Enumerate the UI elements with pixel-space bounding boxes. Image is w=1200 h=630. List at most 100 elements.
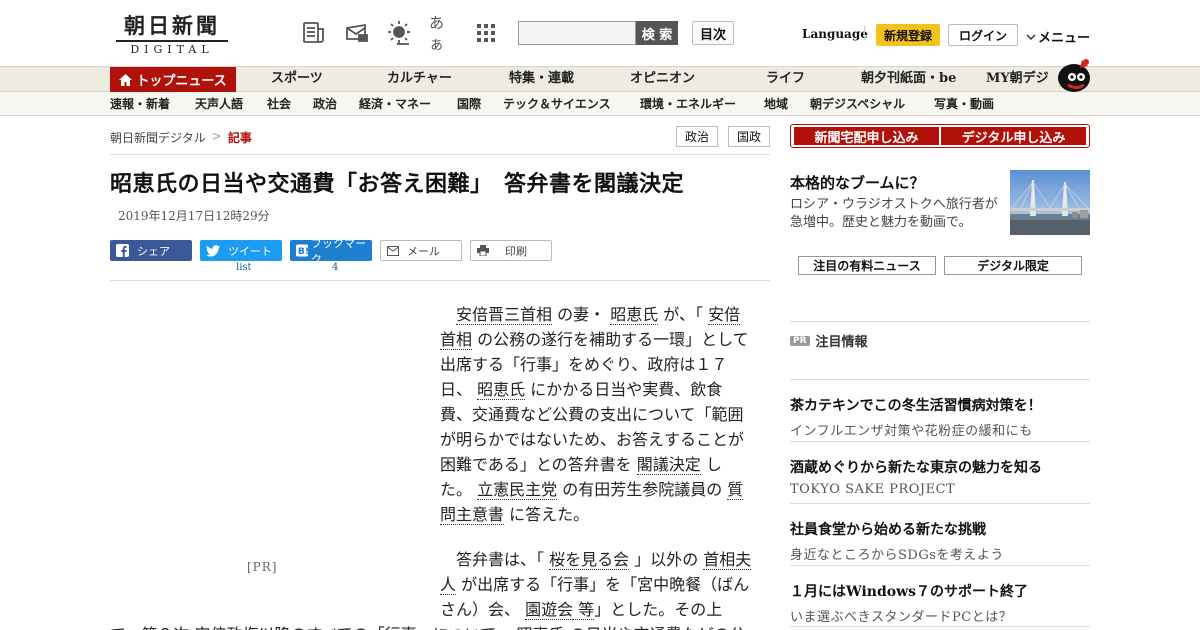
main-nav: トップニュース スポーツ カルチャー 特集・連載 オピニオン ライフ 朝夕刊紙面…	[0, 66, 1200, 92]
breadcrumb-separator: >	[211, 129, 222, 143]
menu-button[interactable]: メニュー	[1026, 27, 1090, 46]
article-date: 2019年12月17日12時29分	[118, 209, 270, 223]
twitter-count[interactable]: list	[236, 262, 252, 273]
keyword-link[interactable]: 昭恵氏	[610, 305, 659, 325]
share-divider	[110, 280, 770, 281]
nav-item-my-asadigi[interactable]: MY朝デジ	[986, 67, 1049, 91]
sidebar-divider	[790, 626, 1090, 627]
header-separator	[864, 26, 865, 40]
subnav-item-environment[interactable]: 環境・エネルギー	[640, 95, 736, 112]
tab-featured-paid-news[interactable]: 注目の有料ニュース	[798, 256, 936, 275]
pr-ad-title: 酒蔵めぐりから新たな東京の魅力を知る	[790, 460, 1042, 476]
twitter-share-button[interactable]: ツイート	[200, 240, 282, 261]
subnav-item-latest[interactable]: 速報・新着	[110, 95, 170, 112]
subnav-item-photo[interactable]: 写真・動画	[934, 95, 994, 112]
language-link[interactable]: Language	[802, 27, 868, 41]
hatena-bookmark-label: ブックマーク	[311, 236, 367, 266]
svg-text:B!: B!	[298, 246, 308, 257]
keyword-link[interactable]: 閣議決定	[636, 455, 701, 475]
pr-ad-item[interactable]: １月にはWindows７のサポート終了 いま選ぶべきスタンダードPCとは？	[790, 581, 1090, 625]
subscribe-digital-button[interactable]: デジタル申し込み	[941, 127, 1086, 146]
subnav-item-tenseijingo[interactable]: 天声人語	[195, 95, 243, 112]
keyword-link[interactable]: 立憲民主党	[477, 480, 558, 500]
pr-ad-title: 社員食堂から始める新たな挑戦	[790, 522, 986, 538]
index-button[interactable]: 目次	[692, 21, 734, 45]
subnav-item-economy[interactable]: 経済・マネー	[359, 95, 431, 112]
tag-national[interactable]: 国政	[728, 126, 770, 147]
newspaper-icon[interactable]	[300, 18, 328, 48]
facebook-share-button[interactable]: シェア	[110, 240, 192, 261]
keyword-link[interactable]: 安倍晋三首相	[456, 305, 553, 325]
keyword-link[interactable]: 昭恵氏	[477, 380, 526, 400]
subnav-item-politics[interactable]: 政治	[313, 95, 337, 112]
logo-digital: DIGITAL	[116, 40, 228, 56]
article-paragraph-continued: で、第２次 安倍政権以降のすべての「行事」について、 昭恵氏 の日当や交通費など…	[110, 622, 760, 630]
pr-ad-subtitle: 身近なところからSDGsを考えよう	[790, 548, 1004, 563]
nav-top-news[interactable]: トップニュース	[110, 67, 236, 92]
nav-item-life[interactable]: ライフ	[766, 67, 805, 91]
breadcrumb-home[interactable]: 朝日新聞デジタル	[110, 129, 206, 146]
print-button[interactable]: 印刷	[470, 240, 552, 261]
pr-ad-subtitle: インフルエンザ対策や花粉症の緩和にも	[790, 424, 1033, 439]
hatena-bookmark-icon: B!	[296, 244, 309, 257]
site-logo[interactable]: 朝日新聞 DIGITAL	[116, 13, 228, 56]
article-paragraph: 答弁書は、「 桜を見る会 」以外の 首相夫人 が出席する「行事」を「宮中晩餐（ば…	[440, 547, 752, 622]
subnav-item-special[interactable]: 朝デジスペシャル	[810, 95, 905, 112]
chevron-down-icon	[1026, 33, 1036, 40]
sidebar-divider	[790, 321, 1090, 322]
sidebar-divider	[790, 503, 1090, 504]
sub-nav: 速報・新着 天声人語 社会 政治 経済・マネー 国際 テック＆サイエンス 環境・…	[0, 92, 1200, 116]
subnav-item-tech[interactable]: テック＆サイエンス	[503, 95, 611, 112]
text-span: 」以外の	[629, 550, 704, 569]
printer-icon	[477, 245, 489, 256]
pr-ad-item[interactable]: 茶カテキンでこの冬生活習慣病対策を！ インフルエンザ対策や花粉症の緩和にも	[790, 395, 1090, 439]
menu-label: メニュー	[1038, 31, 1091, 46]
hatena-bookmark-button[interactable]: B! ブックマーク	[290, 237, 372, 266]
subscribe-box: 新聞宅配申し込み デジタル申し込み	[790, 124, 1090, 148]
mail-share-button[interactable]: メール	[380, 240, 462, 261]
login-button[interactable]: ログイン	[948, 24, 1018, 46]
grid-apps-icon[interactable]	[472, 18, 500, 48]
pr-badge: PR	[790, 335, 810, 346]
tab-digital-exclusive[interactable]: デジタル限定	[944, 256, 1082, 275]
header-icon-bar: あぁ	[300, 14, 500, 53]
hatena-count: 4	[332, 262, 339, 273]
article-headline: 昭恵氏の日当や交通費「お答え困難」 答弁書を閣議決定	[110, 171, 685, 197]
subnav-item-region[interactable]: 地域	[764, 95, 788, 112]
mail-icon	[387, 245, 399, 256]
nav-item-opinion[interactable]: オピニオン	[630, 67, 695, 91]
breadcrumb: 朝日新聞デジタル > 記事	[110, 129, 252, 146]
keyword-link[interactable]: 園遊会	[525, 600, 574, 620]
sidebar-divider	[790, 379, 1090, 380]
weather-sun-icon[interactable]	[386, 18, 414, 48]
register-button[interactable]: 新規登録	[876, 24, 940, 46]
pr-ad-title: １月にはWindows７のサポート終了	[790, 584, 1029, 600]
logo-kanji: 朝日新聞	[124, 13, 220, 38]
pr-ad-item[interactable]: 酒蔵めぐりから新たな東京の魅力を知る TOKYO SAKE PROJECT	[790, 457, 1090, 497]
ad-pr-label: [PR]	[247, 560, 278, 574]
nav-item-features[interactable]: 特集・連載	[509, 67, 574, 91]
subscribe-paper-button[interactable]: 新聞宅配申し込み	[794, 127, 939, 146]
search-button[interactable]: 検 索	[636, 21, 678, 45]
keyword-link[interactable]: 桜を見る会	[549, 550, 630, 570]
nav-item-paper[interactable]: 朝夕刊紙面・be	[861, 67, 956, 91]
mail-icon[interactable]	[343, 18, 371, 48]
search-box: 検 索	[518, 21, 678, 45]
keyword-link[interactable]: 等	[573, 600, 595, 620]
mascot-icon[interactable]	[1054, 56, 1092, 94]
nav-item-sports[interactable]: スポーツ	[271, 67, 323, 91]
tag-politics[interactable]: 政治	[676, 126, 718, 147]
font-size-icon[interactable]: あぁ	[429, 14, 457, 53]
nav-item-culture[interactable]: カルチャー	[387, 67, 452, 91]
promo-thumbnail-bridge[interactable]	[1010, 170, 1090, 235]
subnav-item-international[interactable]: 国際	[457, 95, 481, 112]
pr-ad-item[interactable]: 社員食堂から始める新たな挑戦 身近なところからSDGsを考えよう	[790, 519, 1090, 563]
subnav-item-society[interactable]: 社会	[267, 95, 291, 112]
text-span: の有田芳生参院議員の	[557, 480, 728, 499]
promo-title[interactable]: 本格的なブームに？	[790, 172, 925, 193]
nav-top-news-label: トップニュース	[136, 74, 227, 89]
facebook-icon	[116, 244, 129, 257]
search-input[interactable]	[518, 21, 636, 45]
mail-share-label: メール	[407, 244, 440, 258]
print-label: 印刷	[505, 244, 527, 258]
